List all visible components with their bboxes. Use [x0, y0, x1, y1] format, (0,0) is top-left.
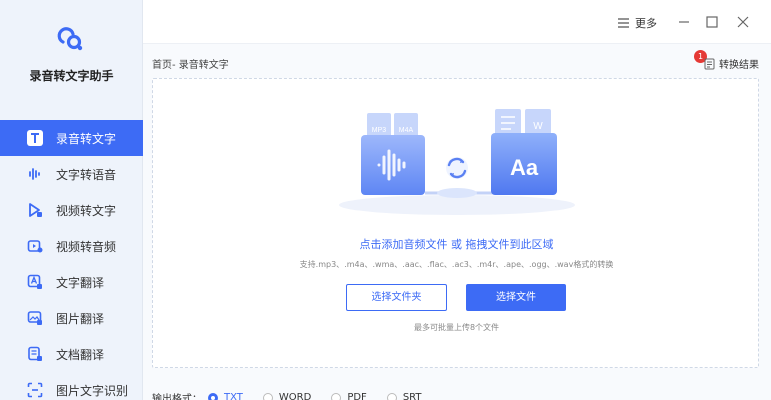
radio-icon [331, 392, 342, 400]
title-bar: 更多 [143, 0, 771, 44]
format-option-label: PDF [347, 392, 367, 400]
sidebar-item-text-translate[interactable]: 文字翻译 [0, 264, 143, 300]
audio-to-text-illustration: MP3 M4A W Aa [339, 109, 575, 215]
close-button[interactable] [735, 14, 751, 30]
file-drop-zone[interactable]: MP3 M4A W Aa 点击添加音频文件 或 拖拽文件到此区域 支持.mp3、… [152, 78, 759, 368]
app-logo-icon [55, 22, 89, 56]
radio-icon [262, 392, 273, 400]
select-file-button[interactable]: 选择文件 [466, 284, 566, 311]
sidebar-item-image-translate[interactable]: 图片翻译 [0, 300, 143, 336]
mp3-tag-label: MP3 [372, 127, 387, 134]
output-format-selector: 输出格式： TXT WORD PDF SRT [152, 390, 442, 400]
sidebar-item-label: 文字转语音 [56, 167, 117, 182]
word-tag-icon: W [533, 121, 543, 132]
video-audio-icon [27, 238, 43, 254]
format-option-pdf[interactable]: PDF [331, 392, 367, 400]
sidebar-item-label: 文字翻译 [56, 275, 105, 290]
video-text-icon [27, 202, 43, 218]
minimize-icon [679, 21, 689, 23]
translate-icon [27, 274, 43, 290]
sidebar-item-label: 文档翻译 [56, 347, 105, 362]
select-folder-button[interactable]: 选择文件夹 [346, 284, 447, 311]
format-option-label: SRT [402, 392, 422, 400]
format-option-srt[interactable]: SRT [386, 392, 422, 400]
radio-icon [386, 392, 397, 400]
supported-formats-text: 支持.mp3、.m4a、.wma、.aac、.flac、.ac3、.m4r、.a… [299, 260, 614, 269]
ocr-icon [27, 382, 43, 398]
sidebar-item-audio-to-text[interactable]: 录音转文字 [0, 120, 143, 156]
sidebar-nav: 录音转文字 文字转语音 视频转文字 视频转音频 文字翻译 图片翻译 文档翻译 图… [0, 120, 143, 400]
drop-zone-instruction: 点击添加音频文件 或 拖拽文件到此区域 [359, 238, 554, 251]
conversion-results-label: 转换结果 [719, 60, 759, 71]
conversion-results-link[interactable]: 转换结果 [704, 56, 759, 71]
document-icon [704, 58, 715, 69]
image-translate-icon [27, 310, 43, 326]
sidebar-item-ocr[interactable]: 图片文字识别 [0, 372, 143, 400]
format-option-txt[interactable]: TXT [208, 392, 243, 400]
m4a-tag-label: M4A [399, 127, 414, 134]
app-window: 录音转文字助手 录音转文字 文字转语音 视频转文字 视频转音频 文字翻译 图片翻… [0, 0, 771, 400]
soundwave-icon [27, 166, 43, 182]
radio-selected-icon [208, 392, 218, 400]
sidebar-item-label: 图片翻译 [56, 311, 105, 326]
format-option-label: WORD [278, 392, 312, 400]
more-menu-button[interactable]: 更多 [618, 15, 657, 31]
upload-limit-text: 最多可批量上传8个文件 [413, 323, 500, 332]
sidebar-item-text-to-speech[interactable]: 文字转语音 [0, 156, 143, 192]
sidebar: 录音转文字助手 录音转文字 文字转语音 视频转文字 视频转音频 文字翻译 图片翻… [0, 0, 143, 400]
close-icon [737, 16, 749, 28]
app-title: 录音转文字助手 [29, 69, 114, 83]
maximize-icon [706, 16, 718, 28]
format-option-word[interactable]: WORD [262, 392, 312, 400]
sidebar-item-video-to-text[interactable]: 视频转文字 [0, 192, 143, 228]
sidebar-item-label: 视频转文字 [56, 203, 117, 218]
output-format-label: 输出格式： [152, 394, 202, 400]
maximize-button[interactable] [704, 14, 720, 30]
aa-card-label: Aa [510, 155, 539, 180]
doc-translate-icon [27, 346, 43, 362]
more-label: 更多 [635, 17, 657, 30]
sidebar-item-video-to-audio[interactable]: 视频转音频 [0, 228, 143, 264]
format-option-label: TXT [224, 392, 243, 400]
main-panel: 更多 首页- 录音转文字 1 转换结果 MP3 M4A W Aa 点击添加音频文… [143, 0, 771, 400]
sidebar-item-doc-translate[interactable]: 文档翻译 [0, 336, 143, 372]
breadcrumb: 首页- 录音转文字 [152, 60, 229, 71]
menu-lines-icon [618, 18, 629, 28]
sidebar-item-label: 录音转文字 [56, 131, 117, 146]
sidebar-item-label: 图片文字识别 [56, 383, 129, 398]
minimize-button[interactable] [676, 14, 692, 30]
sidebar-item-label: 视频转音频 [56, 239, 117, 254]
t-icon [27, 130, 43, 146]
